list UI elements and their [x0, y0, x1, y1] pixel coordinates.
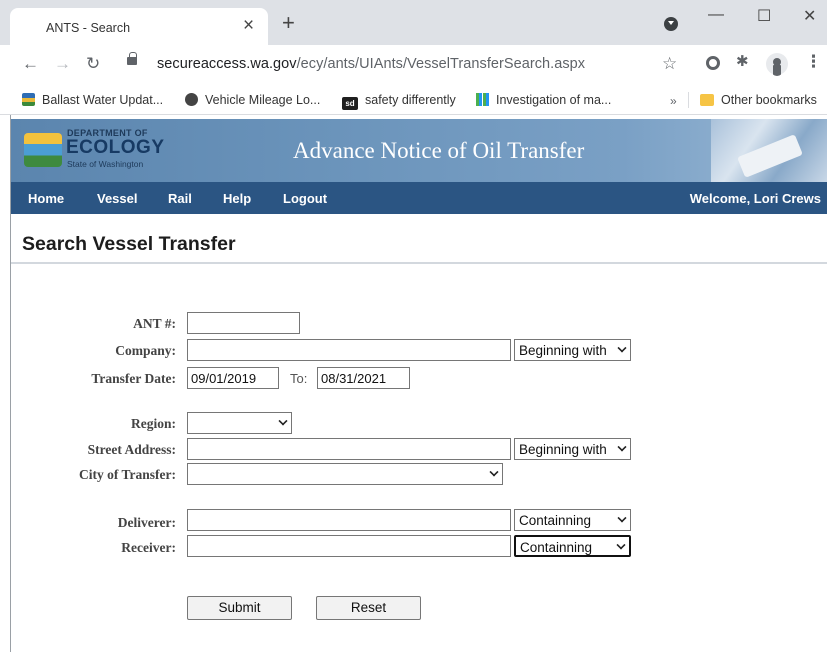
company-label: Company:	[115, 343, 176, 358]
address-bar[interactable]: secureaccess.wa.gov/ecy/ants/UIAnts/Vess…	[110, 49, 690, 79]
company-match-value: Beginning with	[519, 343, 607, 358]
browser-menu-icon[interactable]: ⋮	[805, 52, 822, 72]
logo-state: State of Washington	[67, 159, 144, 169]
receiver-match-select[interactable]: Containning	[514, 535, 631, 557]
bookmarks-divider	[688, 92, 689, 108]
chevron-down-icon	[617, 513, 627, 523]
bookmarks-overflow-icon[interactable]: »	[670, 94, 677, 108]
chevron-down-icon	[616, 540, 626, 550]
submit-button[interactable]: Submit	[187, 596, 292, 620]
profile-avatar-icon[interactable]	[766, 53, 788, 75]
nav-home[interactable]: Home	[28, 191, 64, 206]
main-nav: Home Vessel Rail Help Logout Welcome, Lo…	[11, 182, 827, 214]
city-select[interactable]	[187, 463, 503, 485]
deliverer-match-value: Containning	[519, 513, 592, 528]
globe-icon	[185, 93, 198, 106]
browser-toolbar: ← → ↻ secureaccess.wa.gov/ecy/ants/UIAnt…	[0, 45, 827, 85]
date-to-input[interactable]	[317, 367, 410, 389]
new-tab-button[interactable]: +	[282, 12, 295, 34]
maximize-button[interactable]: ☐	[757, 6, 771, 26]
banner-photo	[711, 119, 827, 182]
city-label: City of Transfer:	[79, 467, 176, 482]
transfer-date-label: Transfer Date:	[91, 371, 176, 386]
site-banner: DEPARTMENT OF ECOLOGY State of Washingto…	[11, 119, 827, 182]
reset-button[interactable]: Reset	[316, 596, 421, 620]
bookmark-safety-differently[interactable]: sd safety differently	[342, 93, 456, 110]
deliverer-input[interactable]	[187, 509, 511, 531]
nav-rail[interactable]: Rail	[168, 191, 192, 206]
street-address-label: Street Address:	[87, 442, 176, 457]
minimize-button[interactable]: —	[708, 6, 724, 24]
company-input[interactable]	[187, 339, 511, 361]
region-label: Region:	[131, 416, 176, 431]
chevron-down-icon	[278, 416, 288, 426]
sd-icon: sd	[342, 97, 358, 110]
ecology-logo[interactable]: DEPARTMENT OF ECOLOGY State of Washingto…	[24, 127, 174, 175]
site-title: Advance Notice of Oil Transfer	[293, 138, 585, 163]
nav-help[interactable]: Help	[223, 191, 251, 206]
bookmark-investigation[interactable]: Investigation of ma...	[476, 93, 611, 107]
page-title: Search Vessel Transfer	[22, 233, 236, 255]
forward-arrow-icon[interactable]: →	[54, 54, 71, 74]
ballast-icon	[22, 93, 35, 106]
browser-tab[interactable]: ANTS - Search ×	[10, 8, 268, 45]
browser-tab-bar: ANTS - Search × + — ☐ ✕	[0, 0, 827, 45]
receiver-input[interactable]	[187, 535, 511, 557]
chevron-down-icon	[617, 442, 627, 452]
deliverer-label: Deliverer:	[117, 515, 176, 530]
deliverer-match-select[interactable]: Containning	[514, 509, 631, 531]
nav-vessel[interactable]: Vessel	[97, 191, 138, 206]
tab-title: ANTS - Search	[46, 21, 131, 35]
grid-icon	[476, 93, 489, 106]
to-label: To:	[290, 371, 308, 386]
folder-icon	[700, 94, 714, 106]
url-text: secureaccess.wa.gov/ecy/ants/UIAnts/Vess…	[157, 56, 586, 72]
title-divider	[11, 262, 827, 264]
street-match-value: Beginning with	[519, 442, 607, 457]
date-from-input[interactable]	[187, 367, 279, 389]
ecology-logo-mark-icon	[24, 133, 62, 167]
street-address-input[interactable]	[187, 438, 511, 460]
close-tab-icon[interactable]: ×	[243, 16, 254, 36]
chevron-down-icon	[617, 343, 627, 353]
welcome-user: Welcome, Lori Crews	[689, 191, 821, 206]
logo-name: ECOLOGY	[66, 137, 165, 158]
close-window-button[interactable]: ✕	[803, 6, 816, 26]
bookmark-vehicle-mileage[interactable]: Vehicle Mileage Lo...	[185, 93, 320, 107]
back-arrow-icon[interactable]: ←	[22, 54, 39, 74]
extension-circle-icon[interactable]	[706, 56, 720, 70]
bookmarks-bar: Ballast Water Updat... Vehicle Mileage L…	[0, 85, 827, 115]
tab-search-icon[interactable]	[664, 17, 678, 31]
other-bookmarks[interactable]: Other bookmarks	[700, 93, 817, 107]
receiver-label: Receiver:	[121, 540, 176, 555]
company-match-select[interactable]: Beginning with	[514, 339, 631, 361]
region-select[interactable]	[187, 412, 292, 434]
street-match-select[interactable]: Beginning with	[514, 438, 631, 460]
extensions-puzzle-icon[interactable]: ✱	[736, 52, 749, 70]
lock-icon	[127, 52, 137, 65]
receiver-match-value: Containning	[520, 540, 593, 555]
bookmark-ballast-water[interactable]: Ballast Water Updat...	[22, 93, 163, 107]
chevron-down-icon	[489, 467, 499, 477]
bookmark-star-icon[interactable]: ☆	[662, 54, 677, 74]
ant-label: ANT #:	[133, 316, 176, 331]
reload-icon[interactable]: ↻	[86, 54, 100, 74]
ant-number-input[interactable]	[187, 312, 300, 334]
nav-logout[interactable]: Logout	[283, 191, 327, 206]
